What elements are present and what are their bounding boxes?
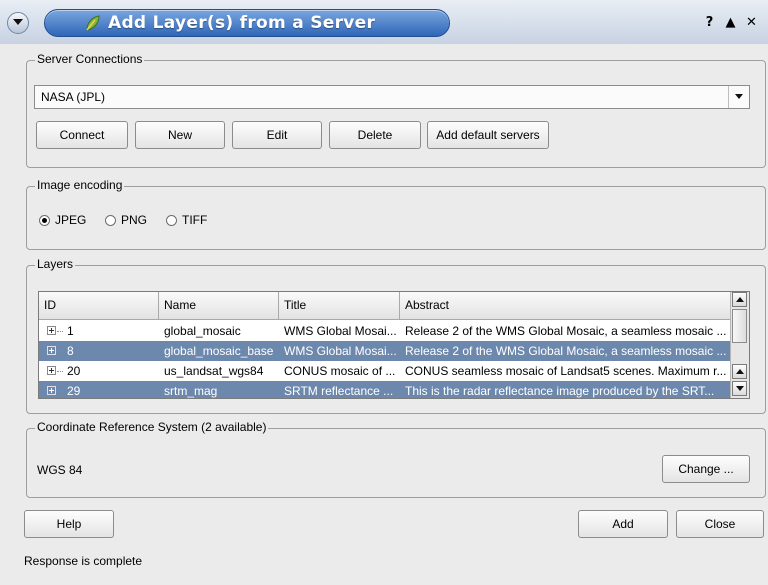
cell-title: SRTM reflectance ... bbox=[284, 384, 394, 398]
status-text: Response is complete bbox=[24, 554, 143, 568]
chevron-down-icon bbox=[13, 19, 23, 25]
table-row[interactable]: 29 srtm_mag SRTM reflectance ... This is… bbox=[39, 381, 731, 398]
cell-abstract: Release 2 of the WMS Global Mosaic, a se… bbox=[405, 324, 727, 338]
arrow-down-icon bbox=[736, 386, 744, 391]
table-row[interactable]: 1 global_mosaic WMS Global Mosai... Rele… bbox=[39, 321, 731, 341]
column-header-id[interactable]: ID bbox=[39, 292, 159, 319]
cell-title: WMS Global Mosai... bbox=[284, 344, 396, 358]
window-menu-button[interactable] bbox=[7, 12, 29, 34]
close-icon[interactable]: ✕ bbox=[743, 14, 760, 31]
table-row[interactable]: 8 global_mosaic_base WMS Global Mosai...… bbox=[39, 341, 731, 361]
radio-png-indicator[interactable] bbox=[105, 214, 116, 226]
column-header-title[interactable]: Title bbox=[279, 292, 400, 319]
edit-button[interactable]: Edit bbox=[232, 121, 322, 149]
expand-icon[interactable] bbox=[47, 326, 56, 335]
radio-tiff[interactable]: TIFF bbox=[166, 213, 207, 227]
radio-png[interactable]: PNG bbox=[105, 213, 147, 227]
layers-scrollbar[interactable] bbox=[730, 292, 749, 398]
scroll-thumb[interactable] bbox=[732, 309, 747, 343]
qgis-leaf-icon bbox=[86, 15, 100, 31]
window-title: Add Layer(s) from a Server bbox=[108, 13, 376, 33]
close-button[interactable]: Close bbox=[676, 510, 764, 538]
expand-icon[interactable] bbox=[47, 386, 56, 395]
column-header-abstract[interactable]: Abstract bbox=[400, 292, 731, 319]
server-connections-group: Server Connections bbox=[26, 52, 766, 168]
cell-id: 1 bbox=[67, 324, 74, 338]
image-encoding-title: Image encoding bbox=[35, 178, 125, 192]
expand-icon[interactable] bbox=[47, 366, 56, 375]
server-select[interactable]: NASA (JPL) bbox=[34, 85, 750, 109]
add-default-servers-button[interactable]: Add default servers bbox=[427, 121, 549, 149]
add-layers-dialog: Add Layer(s) from a Server ? ▲ ✕ Server … bbox=[0, 0, 768, 585]
title-bar-controls: ? ▲ ✕ bbox=[701, 14, 760, 31]
cell-id: 29 bbox=[67, 384, 81, 398]
layers-table[interactable]: ID Name Title Abstract 1 global_mosaic W… bbox=[38, 291, 750, 399]
radio-tiff-label: TIFF bbox=[182, 213, 208, 227]
change-crs-button[interactable]: Change ... bbox=[662, 455, 750, 483]
crs-value: WGS 84 bbox=[37, 463, 83, 477]
scroll-up-button[interactable] bbox=[732, 364, 747, 379]
help-icon[interactable]: ? bbox=[701, 14, 718, 31]
crs-title: Coordinate Reference System (2 available… bbox=[35, 420, 269, 434]
cell-name: global_mosaic_base bbox=[164, 344, 274, 358]
radio-jpeg-indicator[interactable] bbox=[39, 214, 50, 226]
layers-table-header: ID Name Title Abstract bbox=[39, 292, 731, 320]
scroll-up-button[interactable] bbox=[732, 292, 747, 307]
server-select-value: NASA (JPL) bbox=[41, 90, 106, 104]
new-button[interactable]: New bbox=[135, 121, 225, 149]
radio-tiff-indicator[interactable] bbox=[166, 214, 177, 226]
title-bar[interactable]: Add Layer(s) from a Server ? ▲ ✕ bbox=[0, 0, 768, 44]
server-select-arrow[interactable] bbox=[728, 86, 749, 108]
cell-id: 8 bbox=[67, 344, 74, 358]
cell-name: us_landsat_wgs84 bbox=[164, 364, 264, 378]
scroll-down-button[interactable] bbox=[732, 381, 747, 396]
title-pill: Add Layer(s) from a Server bbox=[44, 9, 450, 37]
crs-group: Coordinate Reference System (2 available… bbox=[26, 420, 766, 498]
arrow-up-icon bbox=[736, 297, 744, 302]
connect-button[interactable]: Connect bbox=[36, 121, 128, 149]
cell-name: srtm_mag bbox=[164, 384, 218, 398]
radio-png-label: PNG bbox=[121, 213, 148, 227]
cell-abstract: Release 2 of the WMS Global Mosaic, a se… bbox=[405, 344, 727, 358]
cell-name: global_mosaic bbox=[164, 324, 241, 338]
server-connections-title: Server Connections bbox=[35, 52, 145, 66]
expand-icon[interactable] bbox=[47, 346, 56, 355]
chevron-down-icon bbox=[735, 94, 743, 99]
cell-title: WMS Global Mosai... bbox=[284, 324, 396, 338]
arrow-up-icon bbox=[736, 369, 744, 374]
help-button[interactable]: Help bbox=[24, 510, 114, 538]
maximize-icon[interactable]: ▲ bbox=[722, 14, 739, 31]
cell-title: CONUS mosaic of ... bbox=[284, 364, 396, 378]
table-row[interactable]: 20 us_landsat_wgs84 CONUS mosaic of ... … bbox=[39, 361, 731, 381]
layers-title: Layers bbox=[35, 257, 76, 271]
radio-jpeg[interactable]: JPEG bbox=[39, 213, 86, 227]
column-header-name[interactable]: Name bbox=[159, 292, 279, 319]
cell-abstract: CONUS seamless mosaic of Landsat5 scenes… bbox=[405, 364, 727, 378]
delete-button[interactable]: Delete bbox=[329, 121, 421, 149]
add-button[interactable]: Add bbox=[578, 510, 668, 538]
radio-jpeg-label: JPEG bbox=[55, 213, 87, 227]
cell-abstract: This is the radar reflectance image prod… bbox=[405, 384, 715, 398]
cell-id: 20 bbox=[67, 364, 81, 378]
